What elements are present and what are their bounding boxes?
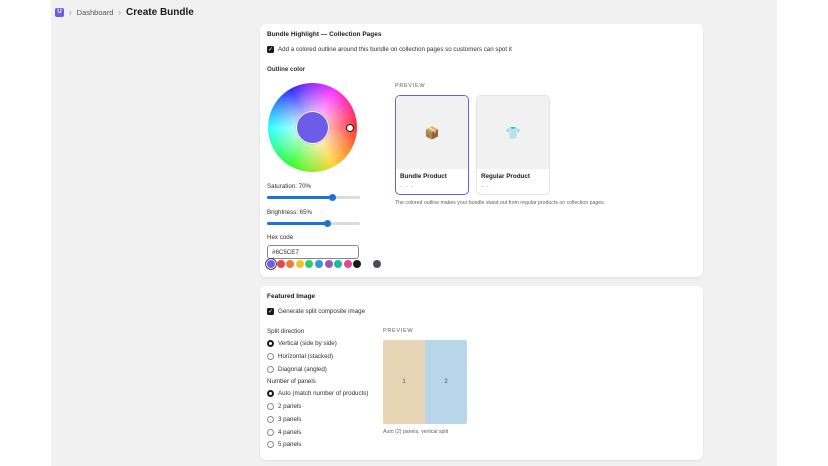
panel-option-label: 3 panels: [278, 416, 302, 423]
preview-heading: PREVIEW: [383, 328, 414, 334]
outline-color-label: Outline color: [267, 66, 306, 73]
breadcrumb-dashboard[interactable]: Dashboard: [77, 8, 114, 17]
split-option-label: Diagonal (angled): [278, 366, 327, 373]
selected-color-preview: [296, 111, 329, 144]
split-option-label: Horizontal (stacked): [278, 353, 334, 360]
color-swatch[interactable]: [372, 260, 381, 268]
brightness-label: Brightness: 65%: [267, 209, 313, 216]
color-swatch[interactable]: [314, 260, 323, 268]
bundle-highlight-card: Bundle Highlight — Collection Pages ✓ Ad…: [260, 24, 703, 277]
preview-note: The colored outline makes your bundle st…: [395, 200, 606, 206]
product-price: - -: [481, 184, 490, 190]
color-swatch[interactable]: [362, 260, 371, 268]
split-option-diagonal[interactable]: Diagonal (angled): [267, 366, 327, 373]
panel-option-label: 5 panels: [278, 441, 302, 448]
breadcrumb-separator-icon: ›: [69, 7, 72, 17]
composite-checkbox-label: Generate split composite image: [278, 308, 366, 315]
radio-selected-icon[interactable]: [267, 390, 274, 397]
outline-checkbox-row[interactable]: ✓ Add a colored outline around this bund…: [267, 46, 512, 53]
radio-selected-icon[interactable]: [267, 340, 274, 347]
radio-icon[interactable]: [267, 416, 274, 423]
card-title: Featured Image: [267, 293, 316, 300]
color-swatch[interactable]: [305, 260, 314, 268]
app-icon[interactable]: U: [55, 7, 64, 17]
split-option-vertical[interactable]: Vertical (side by side): [267, 340, 337, 347]
brightness-slider-knob[interactable]: [323, 219, 331, 227]
hex-code-label: Hex code: [267, 234, 294, 241]
color-swatch[interactable]: [324, 260, 333, 268]
color-swatch[interactable]: [353, 260, 362, 268]
color-swatch[interactable]: [334, 260, 343, 268]
split-option-horizontal[interactable]: Horizontal (stacked): [267, 353, 333, 360]
checkbox-checked-icon[interactable]: ✓: [267, 46, 274, 53]
composite-checkbox-row[interactable]: ✓ Generate split composite image: [267, 308, 365, 315]
panel-option-2[interactable]: 2 panels: [267, 403, 301, 410]
checkbox-checked-icon[interactable]: ✓: [267, 308, 274, 315]
featured-preview-note: Auto (2) panels, vertical split: [383, 429, 449, 435]
card-title: Bundle Highlight — Collection Pages: [267, 31, 382, 38]
split-preview: 1 2: [383, 340, 467, 424]
brightness-slider[interactable]: [267, 219, 360, 227]
split-option-label: Vertical (side by side): [278, 340, 337, 347]
brightness-slider-fill: [267, 222, 328, 225]
panels-label: Number of panels: [267, 378, 316, 385]
saturation-slider-fill: [267, 196, 333, 199]
panel-option-3[interactable]: 3 panels: [267, 416, 301, 423]
panel-option-label: 4 panels: [278, 429, 302, 436]
panel-option-label: Auto (match number of products): [278, 390, 369, 397]
color-wheel-handle[interactable]: [346, 124, 354, 132]
top-bar: U › Dashboard › Create Bundle: [55, 6, 194, 18]
saturation-label: Saturation: 70%: [267, 183, 312, 190]
split-panel-2: 2: [425, 340, 467, 424]
panel-option-5[interactable]: 5 panels: [267, 441, 301, 448]
color-swatches: [267, 260, 381, 268]
radio-icon[interactable]: [267, 366, 274, 373]
color-swatch[interactable]: [343, 260, 352, 268]
hex-code-input[interactable]: #6C5CE7: [267, 245, 359, 259]
page-title: Create Bundle: [126, 6, 194, 18]
color-swatch[interactable]: [267, 260, 275, 268]
product-price: - - -: [400, 184, 415, 190]
color-swatch[interactable]: [276, 260, 285, 268]
bundle-product-card: 📦 Bundle Product - - -: [395, 95, 469, 195]
featured-image-card: Featured Image ✓ Generate split composit…: [260, 286, 703, 460]
product-name: Regular Product: [481, 173, 530, 180]
panel-option-label: 2 panels: [278, 403, 302, 410]
breadcrumb-separator-icon: ›: [118, 7, 122, 17]
preview-heading: PREVIEW: [395, 83, 426, 89]
color-swatch[interactable]: [295, 260, 304, 268]
saturation-slider[interactable]: [267, 193, 360, 201]
shirt-icon: 👕: [477, 96, 549, 169]
radio-icon[interactable]: [267, 403, 274, 410]
product-name: Bundle Product: [400, 173, 447, 180]
panel-option-4[interactable]: 4 panels: [267, 429, 301, 436]
regular-product-card: 👕 Regular Product - -: [476, 95, 550, 195]
panel-option-auto[interactable]: Auto (match number of products): [267, 390, 368, 397]
radio-icon[interactable]: [267, 429, 274, 436]
radio-icon[interactable]: [267, 441, 274, 448]
box-icon: 📦: [396, 96, 468, 169]
saturation-slider-knob[interactable]: [328, 193, 336, 201]
split-panel-1: 1: [383, 340, 425, 424]
radio-icon[interactable]: [267, 353, 274, 360]
split-direction-label: Split direction: [267, 328, 305, 335]
outline-checkbox-label: Add a colored outline around this bundle…: [278, 46, 512, 53]
color-swatch[interactable]: [286, 260, 295, 268]
